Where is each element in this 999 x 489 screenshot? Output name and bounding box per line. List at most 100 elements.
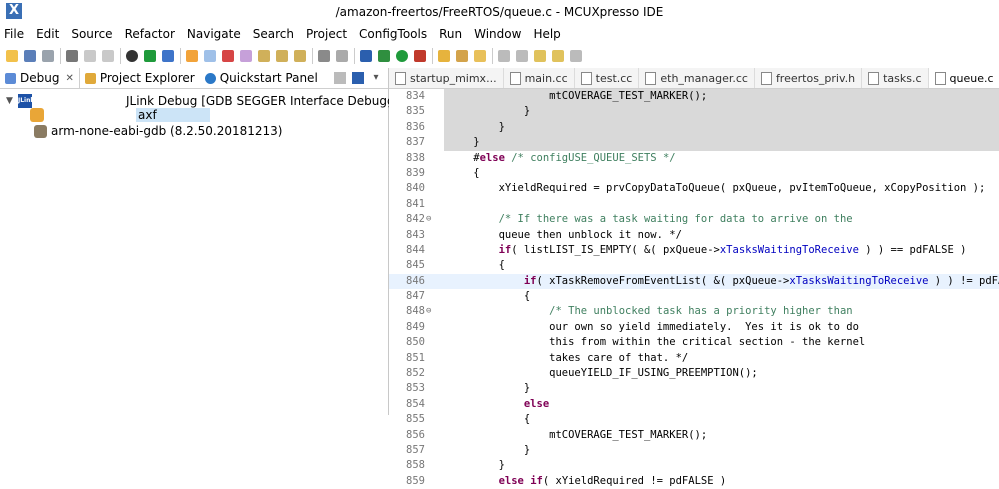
window-title: /amazon-freertos/FreeRTOS/queue.c - MCUX… — [335, 5, 664, 19]
bug-icon[interactable] — [360, 50, 372, 62]
code-line[interactable]: 843 queue then unblock it now. */ — [389, 228, 999, 243]
code-line[interactable]: 838 #else /* configUSE_QUEUE_SETS */ — [389, 151, 999, 166]
skip-icon[interactable] — [162, 50, 174, 62]
run-icon[interactable] — [396, 50, 408, 62]
code-line[interactable]: 853 } — [389, 381, 999, 396]
left-tab-bar: Debug ✕ Project Explorer Quickstart Pane… — [0, 68, 388, 89]
code-line[interactable]: 854 else — [389, 397, 999, 412]
line-number: 837 — [406, 136, 425, 149]
menu-refactor[interactable]: Refactor — [125, 27, 175, 41]
editor-tab[interactable]: main.cc — [504, 68, 575, 88]
build-icon[interactable] — [66, 50, 78, 62]
menu-configtools[interactable]: ConfigTools — [359, 27, 427, 41]
open-folder-icon[interactable] — [438, 50, 450, 62]
code-line[interactable]: 858 } — [389, 458, 999, 473]
code-line[interactable]: 849 our own so yield immediately. Yes it… — [389, 320, 999, 335]
gear-icon[interactable] — [144, 50, 156, 62]
suspend-icon[interactable] — [204, 50, 216, 62]
code-text: { — [448, 166, 480, 179]
code-area[interactable]: 834 mtCOVERAGE_TEST_MARKER(); 835 } 836 } 8… — [389, 89, 999, 489]
tab-project-explorer[interactable]: Project Explorer — [80, 68, 200, 88]
code-text: takes care of that. */ — [448, 351, 689, 364]
menu-project[interactable]: Project — [306, 27, 347, 41]
disconnect-icon[interactable] — [240, 50, 252, 62]
view-menu-icon[interactable]: ▾ — [370, 72, 382, 84]
settings-icon[interactable] — [336, 50, 348, 62]
code-line[interactable]: 839 { — [389, 166, 999, 181]
nav-forward-icon[interactable] — [570, 50, 582, 62]
line-number: 847 — [406, 290, 425, 303]
new-icon[interactable] — [6, 50, 18, 62]
editor-tab[interactable]: tasks.c — [862, 68, 929, 88]
code-line[interactable]: 846 if( xTaskRemoveFromEventList( &( pxQ… — [389, 273, 999, 290]
inactive-code-highlight — [444, 119, 999, 136]
annotation-icon[interactable] — [498, 50, 510, 62]
tree-item-gdb[interactable]: arm-none-eabi-gdb (8.2.50.20181213) — [34, 123, 282, 139]
tree-item-process[interactable]: axf — [30, 107, 210, 123]
terminate-icon[interactable] — [222, 50, 234, 62]
editor-tab[interactable]: freertos_priv.h — [755, 68, 863, 88]
code-text: } — [448, 136, 480, 149]
tab-debug[interactable]: Debug ✕ — [0, 68, 80, 88]
step-return-icon[interactable] — [294, 50, 306, 62]
external-tools-icon[interactable] — [414, 50, 426, 62]
debug-icon — [5, 72, 16, 84]
editor-tab[interactable]: startup_mimx... — [389, 68, 504, 88]
step-into-icon[interactable] — [258, 50, 270, 62]
code-line[interactable]: 837 } — [389, 135, 999, 151]
code-line[interactable]: 841 — [389, 197, 999, 212]
editor-tab-label: startup_mimx... — [410, 71, 497, 85]
editor-tab[interactable]: eth_manager.cc — [639, 68, 755, 88]
code-line[interactable]: 852 queueYIELD_IF_USING_PREEMPTION(); — [389, 366, 999, 381]
code-editor: startup_mimx... main.cc test.cc eth_manager… — [389, 68, 999, 487]
code-line[interactable]: 848 ⊖ /* The unblocked task has a priorit… — [389, 304, 999, 319]
close-icon[interactable]: ✕ — [65, 73, 73, 84]
redo-icon[interactable] — [102, 50, 114, 62]
menu-run[interactable]: Run — [439, 27, 462, 41]
menu-navigate[interactable]: Navigate — [187, 27, 241, 41]
step-over-icon[interactable] — [276, 50, 288, 62]
run-config-icon[interactable] — [378, 50, 390, 62]
menu-window[interactable]: Window — [474, 27, 521, 41]
code-line[interactable]: 850 this from within the critical sectio… — [389, 335, 999, 350]
code-line[interactable]: 836 } — [389, 119, 999, 136]
menu-help[interactable]: Help — [533, 27, 560, 41]
code-line[interactable]: 835 } — [389, 104, 999, 120]
next-annotation-icon[interactable] — [516, 50, 528, 62]
editor-tab[interactable]: queue.c — [928, 68, 999, 88]
tab-quickstart-panel[interactable]: Quickstart Panel — [200, 68, 323, 88]
chevron-down-icon[interactable]: ▼ — [6, 96, 16, 106]
code-line[interactable]: 834 mtCOVERAGE_TEST_MARKER(); — [389, 89, 999, 105]
debug-config-icon[interactable] — [126, 50, 138, 62]
save-all-icon[interactable] — [42, 50, 54, 62]
menu-file[interactable]: File — [4, 27, 24, 41]
code-line[interactable]: 856 mtCOVERAGE_TEST_MARKER(); — [389, 428, 999, 443]
fold-toggle-icon[interactable]: ⊖ — [426, 304, 434, 319]
code-text: } — [448, 459, 505, 472]
gdb-icon — [34, 124, 47, 138]
back-icon[interactable] — [534, 50, 546, 62]
menu-source[interactable]: Source — [71, 27, 112, 41]
forward-icon[interactable] — [552, 50, 564, 62]
step-icon[interactable] — [352, 72, 364, 84]
fold-toggle-icon[interactable]: ⊖ — [426, 212, 434, 227]
save-icon[interactable] — [24, 50, 36, 62]
code-line[interactable]: 845 { — [389, 258, 999, 273]
editor-tab[interactable]: test.cc — [575, 68, 640, 88]
menu-edit[interactable]: Edit — [36, 27, 59, 41]
menu-search[interactable]: Search — [253, 27, 294, 41]
target-icon[interactable] — [318, 50, 330, 62]
remove-terminated-icon[interactable] — [334, 72, 346, 84]
code-line[interactable]: 857 } — [389, 443, 999, 458]
quickstart-icon — [204, 72, 216, 84]
code-line[interactable]: 840 xYieldRequired = prvCopyDataToQueue(… — [389, 181, 999, 196]
code-line[interactable]: 851 takes care of that. */ — [389, 351, 999, 366]
resume-icon[interactable] — [186, 50, 198, 62]
code-line[interactable]: 842 ⊖ /* If there was a task waiting for … — [389, 212, 999, 227]
code-line[interactable]: 859 else if( xYieldRequired != pdFALSE ) — [389, 474, 999, 489]
code-line[interactable]: 847 { — [389, 289, 999, 304]
undo-icon[interactable] — [84, 50, 96, 62]
edit-icon[interactable] — [456, 50, 468, 62]
pin-icon[interactable] — [474, 50, 486, 62]
code-line[interactable]: 844 if( listLIST_IS_EMPTY( &( pxQueue->x… — [389, 243, 999, 258]
